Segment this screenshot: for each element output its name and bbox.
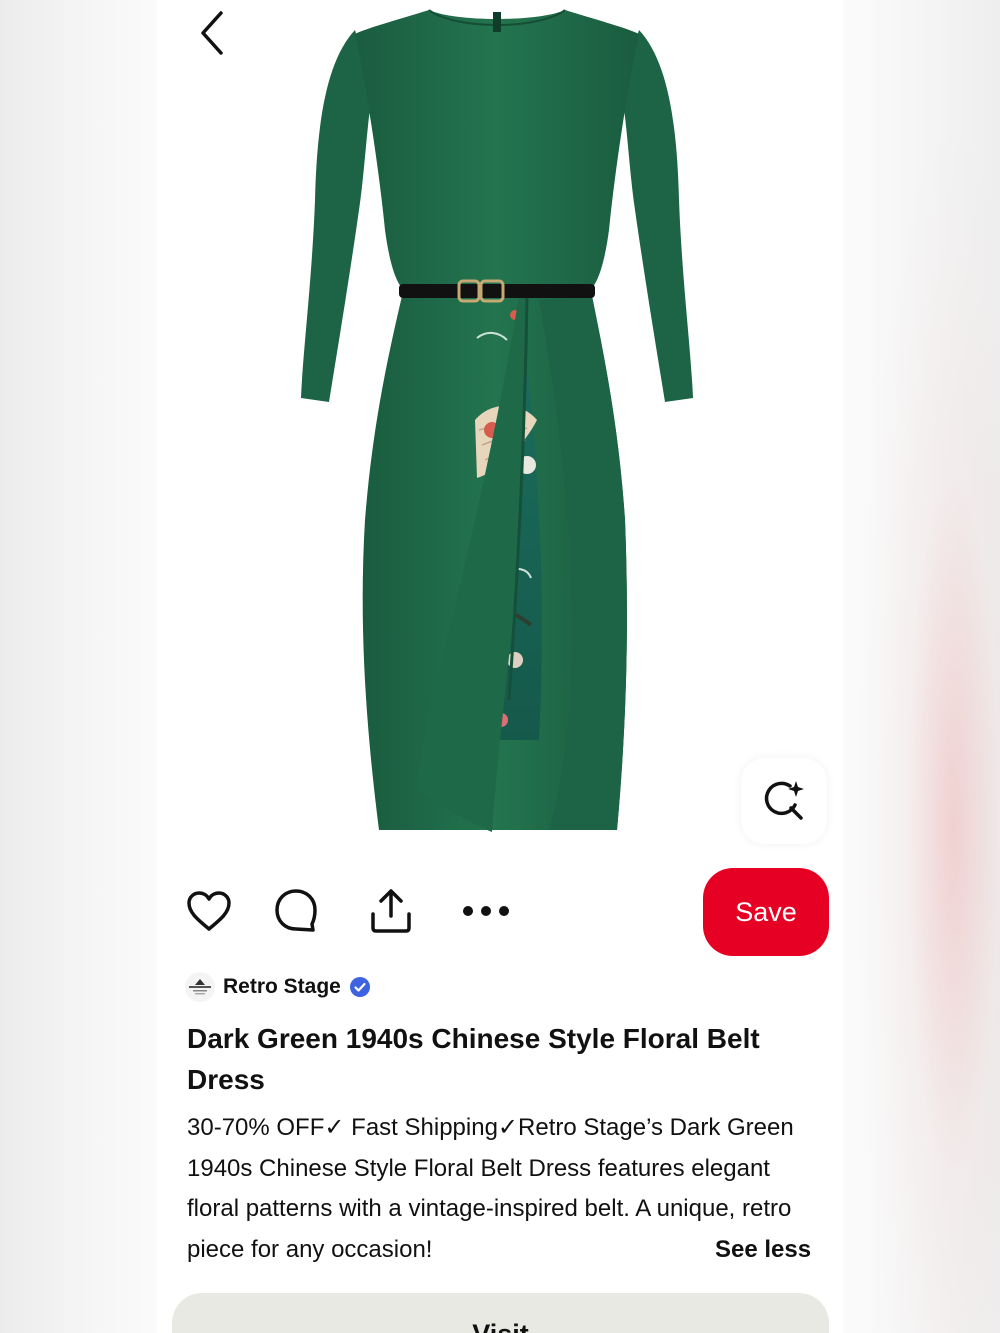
- pin-detail-panel: Save Retro Stage Dark Green 1940s Chines…: [157, 0, 843, 1333]
- creator-row[interactable]: Retro Stage: [185, 970, 371, 1004]
- more-icon: [463, 906, 509, 916]
- share-icon: [371, 889, 411, 933]
- like-button[interactable]: [182, 884, 236, 938]
- see-less-link[interactable]: See less: [715, 1230, 811, 1270]
- product-image: [301, 9, 693, 832]
- avatar[interactable]: [185, 972, 215, 1002]
- save-button[interactable]: Save: [703, 868, 829, 956]
- verified-badge-icon: [349, 977, 370, 997]
- visual-search-button[interactable]: [741, 758, 827, 844]
- back-button[interactable]: [187, 8, 237, 58]
- retro-stage-logo-icon: [189, 979, 211, 995]
- pin-title: Dark Green 1940s Chinese Style Floral Be…: [187, 1023, 760, 1095]
- back-arrow-icon: [201, 11, 223, 55]
- comment-button[interactable]: [269, 884, 323, 938]
- heart-icon: [187, 891, 231, 931]
- more-options-button[interactable]: [459, 884, 513, 938]
- visit-button[interactable]: Visit: [172, 1293, 829, 1333]
- share-button[interactable]: [364, 884, 418, 938]
- comment-icon: [275, 889, 317, 932]
- background-left: [0, 0, 160, 1333]
- background-right: [843, 0, 1000, 1333]
- visual-search-icon: [764, 781, 804, 820]
- creator-name[interactable]: Retro Stage: [223, 975, 341, 999]
